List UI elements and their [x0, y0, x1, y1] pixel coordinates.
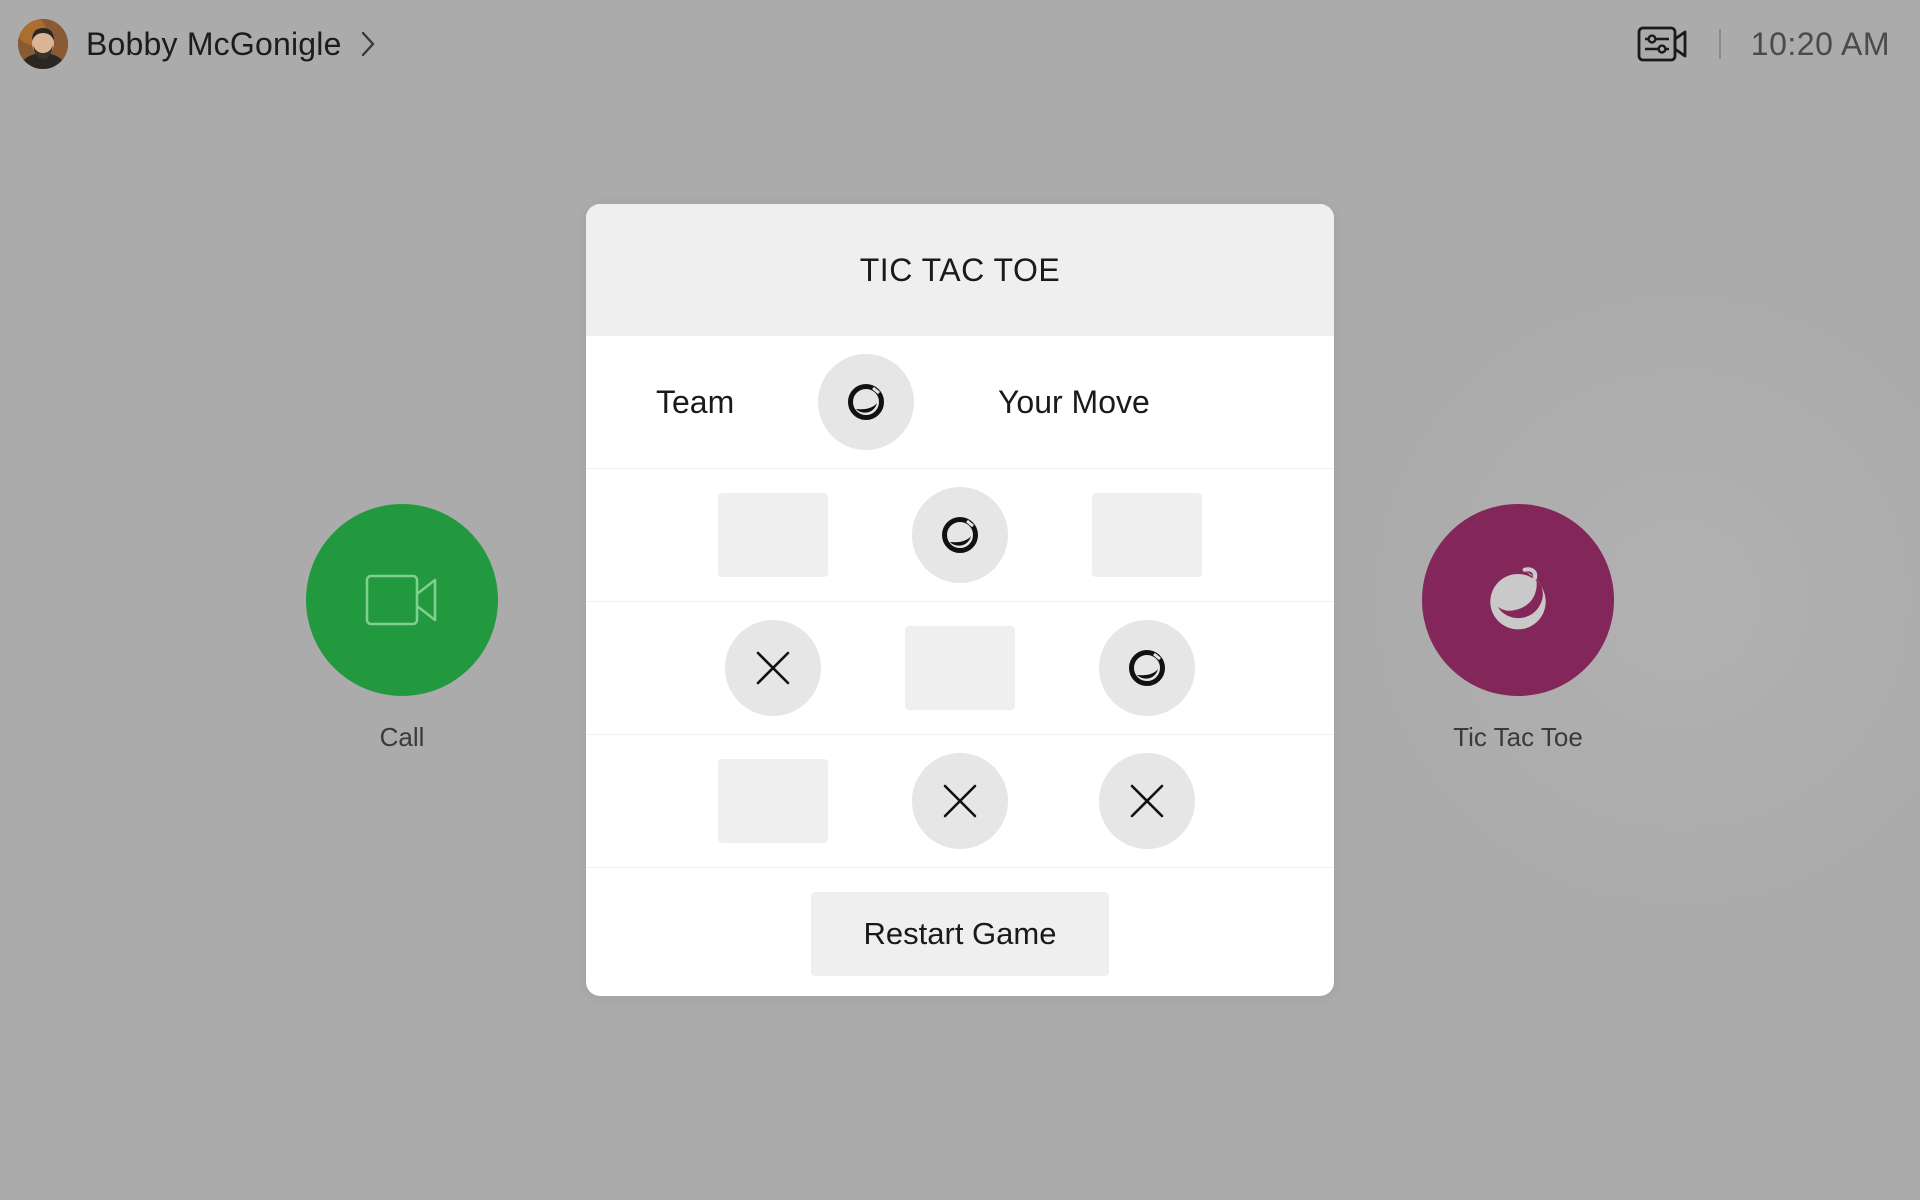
o-mark-icon: [1129, 650, 1165, 686]
x-mark-icon: [943, 784, 977, 818]
user-menu[interactable]: Bobby McGonigle: [18, 18, 376, 70]
team-logo-icon: [848, 384, 884, 420]
status-divider: [1718, 29, 1721, 59]
board-cell-2-3: [1099, 620, 1195, 716]
o-mark-icon: [942, 517, 978, 553]
turn-status: Your Move: [998, 384, 1150, 420]
board-cell-3-1[interactable]: [718, 759, 828, 843]
clock: 10:20 AM: [1750, 25, 1890, 62]
board-cell-3-3: [1099, 753, 1195, 849]
board-cell-3-2: [912, 753, 1008, 849]
tic-tac-toe-dialog: TIC TAC TOE Team Your Move Restart Game: [586, 204, 1334, 996]
board-row-2: [586, 602, 1334, 735]
user-avatar: [18, 19, 68, 69]
dialog-title: TIC TAC TOE: [586, 204, 1334, 336]
call-tile: Call: [282, 504, 522, 753]
tic-tac-toe-button[interactable]: [1422, 504, 1614, 696]
team-logo-icon: [1490, 567, 1546, 630]
board-row-3: [586, 735, 1334, 868]
board-row-1: [586, 469, 1334, 602]
status-row: Team Your Move: [586, 336, 1334, 469]
user-name: Bobby McGonigle: [86, 25, 342, 62]
board-cell-2-2[interactable]: [905, 626, 1015, 710]
board-cell-1-2: [912, 487, 1008, 583]
status-bar: 10:20 AM: [1637, 18, 1890, 70]
tic-tac-toe-tile: Tic Tac Toe: [1398, 504, 1638, 753]
board-cell-1-3[interactable]: [1092, 493, 1202, 577]
restart-game-button[interactable]: Restart Game: [811, 892, 1109, 976]
board-cell-1-1[interactable]: [718, 493, 828, 577]
board-cell-2-1: [725, 620, 821, 716]
call-button[interactable]: [306, 504, 498, 696]
x-mark-icon: [1130, 784, 1164, 818]
chevron-right-icon: [361, 31, 374, 57]
team-label: Team: [656, 384, 735, 420]
team-badge: [818, 354, 914, 450]
call-label: Call: [379, 722, 425, 752]
x-mark-icon: [756, 651, 790, 685]
restart-row: Restart Game: [586, 868, 1334, 996]
camera-settings-icon[interactable]: [1637, 24, 1687, 64]
tic-tac-toe-label: Tic Tac Toe: [1453, 722, 1583, 752]
video-camera-icon: [365, 574, 437, 626]
